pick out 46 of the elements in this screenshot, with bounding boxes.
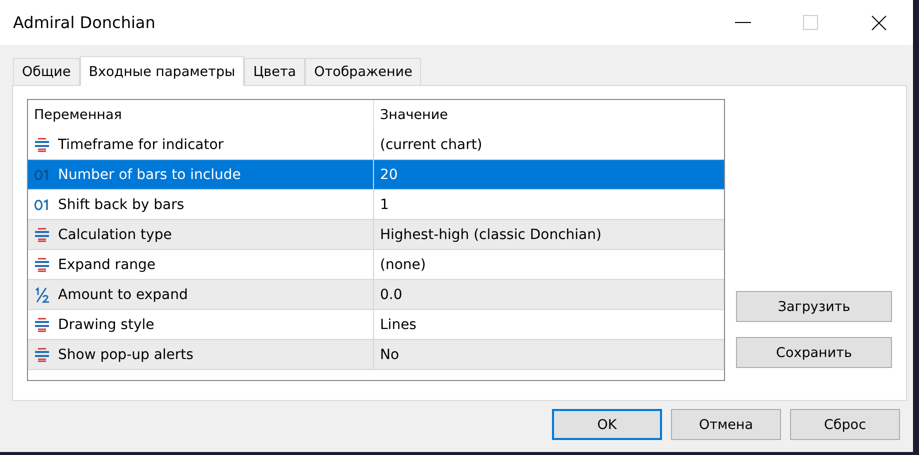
tab[interactable]: Цвета <box>244 58 306 85</box>
variable-name: Amount to expand <box>58 286 188 302</box>
table-cell-text: 20 <box>379 166 399 184</box>
table-cell-text: 0.0 <box>379 286 404 304</box>
table-row[interactable]: Timeframe for indicator (current chart) <box>28 130 724 160</box>
dialog-button[interactable]: Сброс <box>790 409 900 440</box>
table-row[interactable]: Calculation type Highest-high (classic Donchian) <box>28 220 724 250</box>
list-icon <box>34 228 50 242</box>
side-button[interactable]: Загрузить <box>736 291 892 322</box>
fraction-icon <box>34 286 50 302</box>
list-icon <box>34 258 50 272</box>
table-row[interactable]: Shift back by bars 1 <box>28 190 724 220</box>
table-row[interactable]: Expand range (none) <box>28 250 724 280</box>
table-cell-text: Lines <box>379 316 418 334</box>
table-row[interactable]: Amount to expand 0.0 <box>28 280 724 310</box>
tab[interactable]: Отображение <box>305 58 422 85</box>
table-row[interactable]: Show pop-up alerts No <box>28 340 724 370</box>
table-cell-text: (none) <box>379 256 427 274</box>
table-cell-text: (current chart) <box>379 136 484 154</box>
list-icon <box>34 348 50 362</box>
variable-name: Calculation type <box>58 226 172 242</box>
table-cell-text: 1 <box>379 196 390 214</box>
tab[interactable]: Общие <box>13 58 80 85</box>
dialog-button[interactable]: OK <box>552 409 662 440</box>
variable-name: Timeframe for indicator <box>58 136 224 152</box>
table-cell-text: No <box>379 346 400 364</box>
table-cell-text: Highest-high (classic Donchian) <box>379 226 602 244</box>
tab[interactable]: Входные параметры <box>80 56 244 86</box>
table-row[interactable]: Number of bars to include 20 <box>28 160 724 190</box>
list-icon <box>34 318 50 332</box>
table-row[interactable]: Drawing style Lines <box>28 310 724 340</box>
variable-name: Drawing style <box>58 316 154 332</box>
variable-name: Shift back by bars <box>58 196 184 212</box>
integer-icon <box>34 168 50 180</box>
side-button[interactable]: Сохранить <box>736 337 892 368</box>
close-icon <box>871 14 887 30</box>
integer-icon <box>34 198 50 210</box>
variable-name: Show pop-up alerts <box>58 346 194 362</box>
column-header[interactable]: Значение <box>374 100 724 130</box>
window-title: Admiral Donchian <box>13 13 156 32</box>
dialog-button[interactable]: Отмена <box>671 409 781 440</box>
list-icon <box>34 138 50 152</box>
variable-name: Expand range <box>58 256 156 272</box>
minimize-icon <box>735 22 751 24</box>
maximize-icon <box>803 14 819 30</box>
variable-name: Number of bars to include <box>58 166 241 182</box>
